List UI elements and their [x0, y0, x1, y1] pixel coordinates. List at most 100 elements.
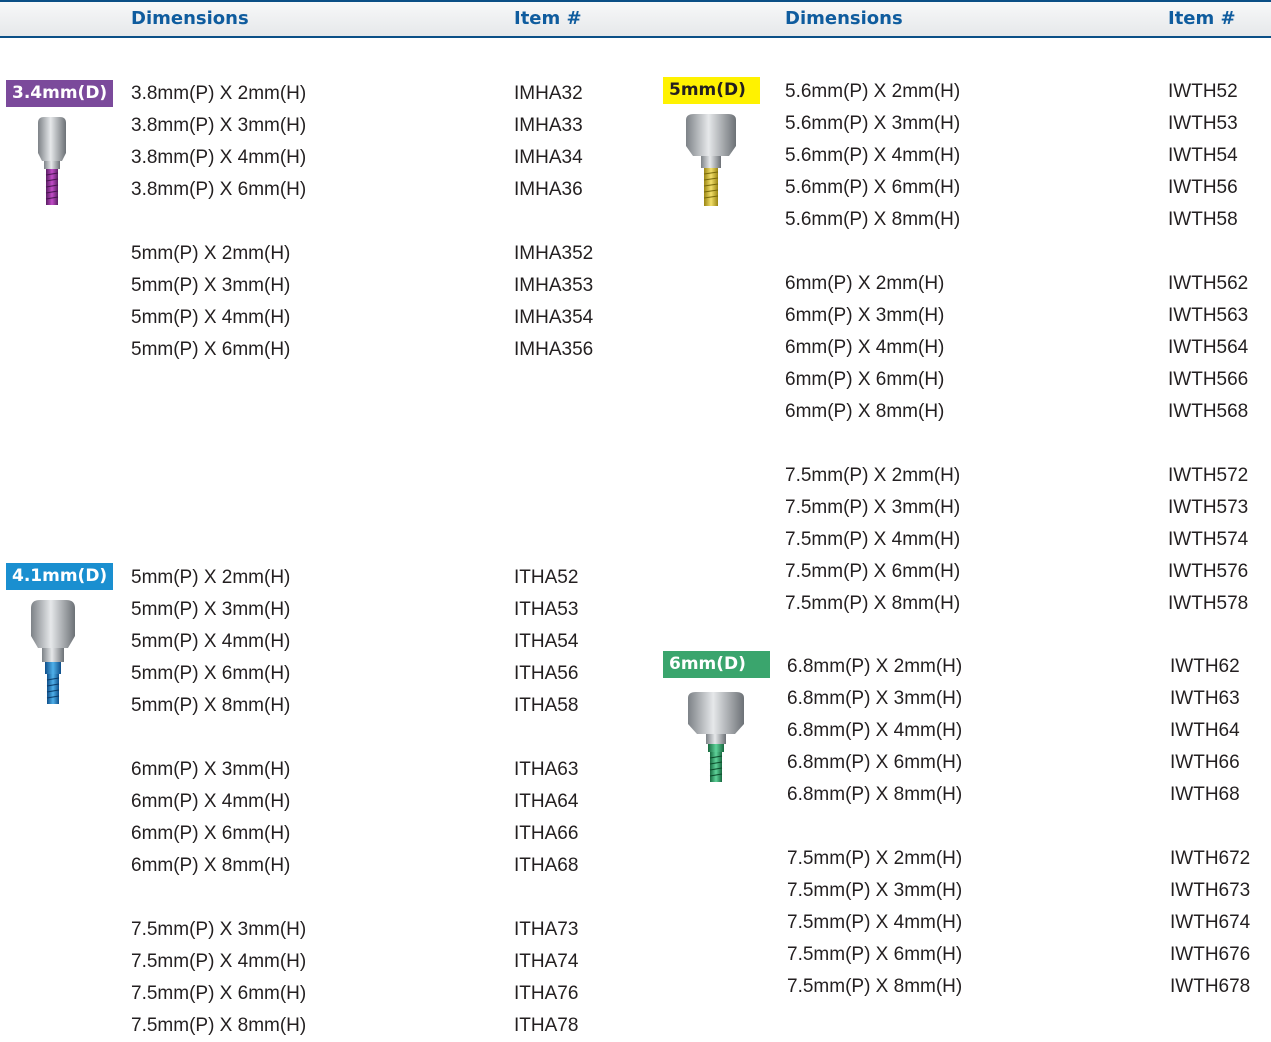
- spec-row: 6mm(P) X 4mm(H) IWTH564: [785, 332, 1265, 364]
- item-number: IWTH62: [1170, 656, 1240, 677]
- dimension-text: 5.6mm(P) X 3mm(H): [785, 113, 961, 134]
- item-number: IWTH54: [1168, 145, 1238, 166]
- spec-row: 6mm(P) X 8mm(H) ITHA68: [131, 850, 611, 882]
- dimension-text: 7.5mm(P) X 8mm(H): [785, 593, 961, 614]
- item-number: IWTH56: [1168, 177, 1238, 198]
- dimension-text: 5mm(P) X 3mm(H): [131, 599, 291, 620]
- item-number: ITHA78: [514, 1015, 579, 1036]
- item-number: IWTH63: [1170, 688, 1240, 709]
- spec-row: 7.5mm(P) X 8mm(H) IWTH678: [787, 971, 1267, 1003]
- spec-row: 6.8mm(P) X 6mm(H) IWTH66: [787, 747, 1267, 779]
- dimensions-header-right: Dimensions: [785, 8, 903, 29]
- dimension-text: 7.5mm(P) X 8mm(H): [131, 1015, 307, 1036]
- diameter-badge-5mm: 5mm(D): [663, 77, 760, 104]
- spec-row: 7.5mm(P) X 4mm(H) IWTH574: [785, 524, 1265, 556]
- dimension-text: 6mm(P) X 6mm(H): [785, 369, 945, 390]
- spec-row: 5.6mm(P) X 3mm(H) IWTH53: [785, 108, 1265, 140]
- item-number: IMHA356: [514, 339, 594, 360]
- item-number: IWTH568: [1168, 401, 1249, 422]
- dimension-text: 7.5mm(P) X 3mm(H): [131, 919, 307, 940]
- dimension-text: 7.5mm(P) X 6mm(H): [131, 983, 307, 1004]
- dimension-text: 6.8mm(P) X 6mm(H): [787, 752, 963, 773]
- dimension-text: 5mm(P) X 8mm(H): [131, 695, 291, 716]
- item-number: ITHA56: [514, 663, 579, 684]
- spec-row: 3.8mm(P) X 2mm(H) IMHA32: [131, 78, 611, 110]
- dimension-text: 5mm(P) X 4mm(H): [131, 307, 291, 328]
- item-number: IWTH674: [1170, 912, 1251, 933]
- dimension-text: 3.8mm(P) X 4mm(H): [131, 147, 307, 168]
- spec-row: 7.5mm(P) X 3mm(H) ITHA73: [131, 914, 611, 946]
- spec-row: 6.8mm(P) X 4mm(H) IWTH64: [787, 715, 1267, 747]
- spec-row: 7.5mm(P) X 2mm(H) IWTH572: [785, 460, 1265, 492]
- spec-row: 5mm(P) X 6mm(H) ITHA56: [131, 658, 611, 690]
- spec-row: 7.5mm(P) X 3mm(H) IWTH673: [787, 875, 1267, 907]
- diameter-badge-3-4mm: 3.4mm(D): [6, 80, 114, 107]
- item-header-right: Item #: [1168, 8, 1236, 29]
- diameter-badge-6mm: 6mm(D): [663, 651, 770, 678]
- spec-row: 6.8mm(P) X 2mm(H) IWTH62: [787, 651, 1267, 683]
- dimension-text: 6mm(P) X 3mm(H): [131, 759, 291, 780]
- item-number: IWTH573: [1168, 497, 1249, 518]
- section-6mm: 6.8mm(P) X 2mm(H) IWTH62 6.8mm(P) X 3mm(H)…: [787, 651, 1267, 1003]
- item-number: ITHA53: [514, 599, 579, 620]
- item-number: ITHA52: [514, 567, 579, 588]
- spec-row: 7.5mm(P) X 8mm(H) IWTH578: [785, 588, 1265, 620]
- dimension-text: 7.5mm(P) X 2mm(H): [785, 465, 961, 486]
- spec-row: 6.8mm(P) X 3mm(H) IWTH63: [787, 683, 1267, 715]
- item-number: IWTH566: [1168, 369, 1249, 390]
- item-number: IWTH563: [1168, 305, 1249, 326]
- dimension-text: 7.5mm(P) X 6mm(H): [785, 561, 961, 582]
- item-number: IWTH572: [1168, 465, 1249, 486]
- spec-row: 7.5mm(P) X 6mm(H) ITHA76: [131, 978, 611, 1010]
- dimension-text: 6.8mm(P) X 3mm(H): [787, 688, 963, 709]
- dimension-text: 3.8mm(P) X 6mm(H): [131, 179, 307, 200]
- spec-row: 7.5mm(P) X 3mm(H) IWTH573: [785, 492, 1265, 524]
- dimension-text: 5.6mm(P) X 4mm(H): [785, 145, 961, 166]
- spec-row: 3.8mm(P) X 6mm(H) IMHA36: [131, 174, 611, 206]
- dimension-text: 7.5mm(P) X 3mm(H): [787, 880, 963, 901]
- item-number: ITHA76: [514, 983, 579, 1004]
- dimension-text: 5.6mm(P) X 2mm(H): [785, 81, 961, 102]
- item-number: IWTH564: [1168, 337, 1249, 358]
- dimension-text: 5mm(P) X 6mm(H): [131, 663, 291, 684]
- item-number: ITHA66: [514, 823, 579, 844]
- section-3-4mm: 3.8mm(P) X 2mm(H) IMHA32 3.8mm(P) X 3mm(H)…: [131, 78, 611, 366]
- dimension-text: 3.8mm(P) X 2mm(H): [131, 83, 307, 104]
- item-number: ITHA54: [514, 631, 579, 652]
- dimensions-header-left: Dimensions: [131, 8, 249, 29]
- item-header-left: Item #: [514, 8, 582, 29]
- spec-row: 5.6mm(P) X 8mm(H) IWTH58: [785, 204, 1265, 236]
- spec-row: 5.6mm(P) X 4mm(H) IWTH54: [785, 140, 1265, 172]
- section-5mm: 5.6mm(P) X 2mm(H) IWTH52 5.6mm(P) X 3mm(H)…: [785, 76, 1265, 620]
- spec-row: 5mm(P) X 4mm(H) ITHA54: [131, 626, 611, 658]
- dimension-text: 6mm(P) X 8mm(H): [131, 855, 291, 876]
- spec-row: 7.5mm(P) X 6mm(H) IWTH676: [787, 939, 1267, 971]
- spec-row: 6mm(P) X 3mm(H) IWTH563: [785, 300, 1265, 332]
- spec-row: 7.5mm(P) X 4mm(H) ITHA74: [131, 946, 611, 978]
- dimension-text: 7.5mm(P) X 8mm(H): [787, 976, 963, 997]
- dimension-text: 6mm(P) X 8mm(H): [785, 401, 945, 422]
- dimension-text: 5.6mm(P) X 6mm(H): [785, 177, 961, 198]
- dimension-text: 5mm(P) X 4mm(H): [131, 631, 291, 652]
- healing-abutment-yellow-icon: [686, 114, 736, 206]
- item-number: IWTH53: [1168, 113, 1238, 134]
- spec-row: 7.5mm(P) X 2mm(H) IWTH672: [787, 843, 1267, 875]
- table-header: Dimensions Item # Dimensions Item #: [0, 0, 1271, 38]
- spec-row: 3.8mm(P) X 4mm(H) IMHA34: [131, 142, 611, 174]
- healing-abutment-green-icon: [688, 692, 744, 782]
- dimension-text: 5mm(P) X 2mm(H): [131, 567, 291, 588]
- item-number: IMHA36: [514, 179, 583, 200]
- spec-row: 5mm(P) X 4mm(H) IMHA354: [131, 302, 611, 334]
- dimension-text: 6mm(P) X 2mm(H): [785, 273, 945, 294]
- dimension-text: 5.6mm(P) X 8mm(H): [785, 209, 961, 230]
- dimension-text: 5mm(P) X 2mm(H): [131, 243, 291, 264]
- dimension-text: 5mm(P) X 3mm(H): [131, 275, 291, 296]
- item-number: IMHA354: [514, 307, 594, 328]
- spec-row: 5mm(P) X 6mm(H) IMHA356: [131, 334, 611, 366]
- item-number: IWTH66: [1170, 752, 1240, 773]
- healing-abutment-blue-icon: [31, 600, 75, 704]
- spec-row: 6mm(P) X 2mm(H) IWTH562: [785, 268, 1265, 300]
- item-number: IWTH673: [1170, 880, 1251, 901]
